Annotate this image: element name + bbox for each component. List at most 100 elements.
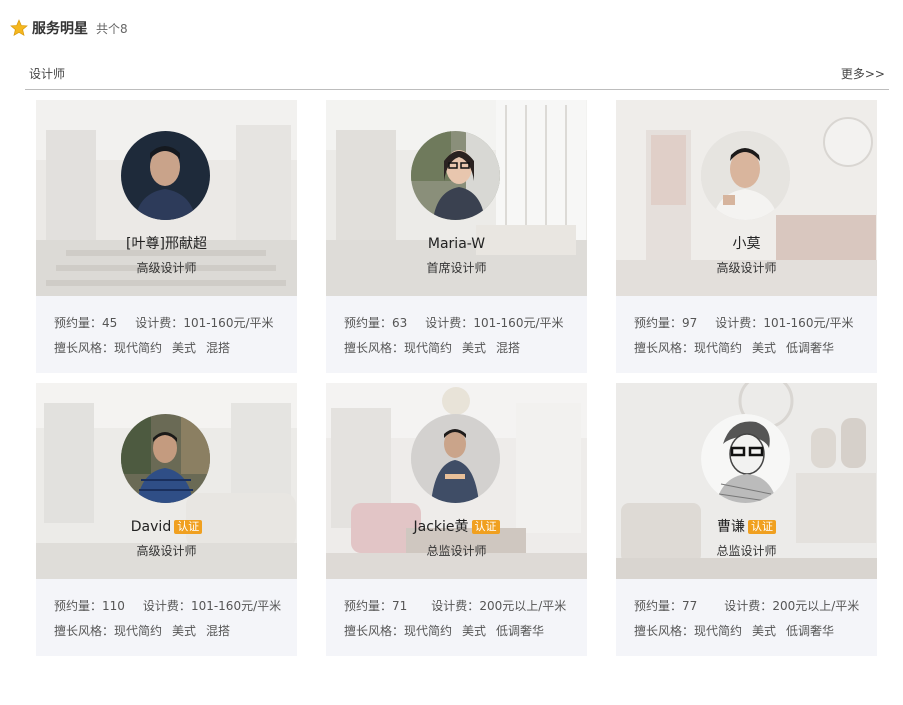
designer-role: 高级设计师 [716, 261, 777, 275]
avatar-photo [121, 414, 210, 503]
info-row-styles: 擅长风格：现代简约 美式 混搭 [54, 622, 240, 639]
designer-name-row: [叶尊]邢献超 [36, 234, 297, 254]
avatar-photo [701, 131, 790, 220]
designer-name-row: Jackie黄 认证 [326, 517, 587, 537]
avatar-photo [411, 414, 500, 503]
info-row-stats: 预约量：63 设计费：101-160元/平米 [344, 314, 564, 331]
styles-label: 擅长风格： [634, 624, 695, 638]
info-row-stats: 预约量：71 设计费：200元以上/平米 [344, 597, 566, 614]
section-title: 服务明星 [32, 21, 88, 37]
avatar[interactable] [121, 131, 210, 220]
designer-name[interactable]: 曹谦 [717, 519, 745, 535]
style-tag: 美式 [172, 624, 197, 638]
designer-name[interactable]: Maria-W [428, 236, 485, 252]
designer-card[interactable]: Jackie黄 认证 总监设计师 预约量：71 设计费：200元以上/平米 擅长风格… [326, 383, 587, 656]
fee-label: 设计费： [431, 599, 480, 613]
designer-name[interactable]: Jackie黄 [413, 519, 468, 535]
bookings-label: 预约量： [634, 316, 683, 330]
bookings-value: 77 [682, 599, 698, 613]
avatar[interactable] [701, 131, 790, 220]
info-row-styles: 擅长风格：现代简约 美式 混搭 [344, 339, 530, 356]
avatar-photo [121, 131, 210, 220]
style-tag: 现代简约 [694, 341, 743, 355]
info-row-styles: 擅长风格：现代简约 美式 低调奢华 [634, 339, 844, 356]
designer-role: 高级设计师 [136, 544, 197, 558]
star-icon [10, 19, 28, 37]
designer-card[interactable]: 小莫 高级设计师 预约量：97 设计费：101-160元/平米 擅长风格：现代简约… [616, 100, 877, 373]
designer-card[interactable]: 曹谦 认证 总监设计师 预约量：77 设计费：200元以上/平米 擅长风格：现代简约… [616, 383, 877, 656]
designer-name[interactable]: [叶尊]邢献超 [126, 236, 207, 252]
more-link[interactable]: 更多>> [841, 65, 885, 82]
style-tag: 美式 [752, 624, 777, 638]
style-tag: 混搭 [496, 341, 521, 355]
fee-value: 200元以上/平米 [479, 599, 567, 613]
card-cover: 曹谦 认证 总监设计师 [616, 383, 877, 579]
bookings-value: 110 [102, 599, 125, 613]
info-row-stats: 预约量：45 设计费：101-160元/平米 [54, 314, 274, 331]
verified-badge: 认证 [748, 520, 776, 534]
designer-name-row: David 认证 [36, 517, 297, 537]
designer-role: 总监设计师 [716, 544, 777, 558]
designer-name[interactable]: David [131, 519, 171, 535]
info-row-styles: 擅长风格：现代简约 美式 低调奢华 [634, 622, 844, 639]
card-cover: 小莫 高级设计师 [616, 100, 877, 296]
style-tag: 现代简约 [114, 341, 163, 355]
styles-label: 擅长风格： [344, 624, 405, 638]
avatar-photo [411, 131, 500, 220]
style-tag: 低调奢华 [786, 624, 835, 638]
designer-name-row: 曹谦 认证 [616, 517, 877, 537]
tab-designers[interactable]: 设计师 [29, 65, 65, 82]
info-row-styles: 擅长风格：现代简约 美式 混搭 [54, 339, 240, 356]
bookings-label: 预约量： [344, 599, 393, 613]
verified-badge: 认证 [174, 520, 203, 534]
designer-count: 共个8 [96, 21, 128, 36]
avatar-photo [701, 414, 790, 503]
avatar[interactable] [121, 414, 210, 503]
fee-label: 设计费： [715, 316, 764, 330]
designer-card[interactable]: Maria-W 首席设计师 预约量：63 设计费：101-160元/平米 擅长风格… [326, 100, 587, 373]
avatar[interactable] [701, 414, 790, 503]
fee-value: 200元以上/平米 [772, 599, 860, 613]
info-row-stats: 预约量：77 设计费：200元以上/平米 [634, 597, 859, 614]
style-tag: 混搭 [206, 341, 231, 355]
style-tag: 低调奢华 [786, 341, 835, 355]
bookings-label: 预约量： [344, 316, 393, 330]
designer-name[interactable]: 小莫 [733, 236, 761, 252]
fee-value: 101-160元/平米 [763, 316, 854, 330]
designer-card[interactable]: David 认证 高级设计师 预约量：110 设计费：101-160元/平米 擅长风… [36, 383, 297, 656]
info-row-stats: 预约量：110 设计费：101-160元/平米 [54, 597, 281, 614]
bookings-label: 预约量： [634, 599, 683, 613]
style-tag: 美式 [172, 341, 197, 355]
style-tag: 低调奢华 [496, 624, 545, 638]
styles-label: 擅长风格： [634, 341, 695, 355]
fee-label: 设计费： [142, 599, 191, 613]
styles-label: 擅长风格： [54, 341, 115, 355]
style-tag: 美式 [462, 624, 487, 638]
fee-label: 设计费： [425, 316, 474, 330]
fee-value: 101-160元/平米 [473, 316, 564, 330]
designer-role: 总监设计师 [426, 544, 487, 558]
styles-label: 擅长风格： [54, 624, 115, 638]
style-tag: 现代简约 [694, 624, 743, 638]
fee-value: 101-160元/平米 [190, 599, 282, 613]
designer-role: 高级设计师 [136, 261, 197, 275]
avatar[interactable] [411, 414, 500, 503]
card-cover: David 认证 高级设计师 [36, 383, 297, 579]
card-cover: Jackie黄 认证 总监设计师 [326, 383, 587, 579]
card-cover: [叶尊]邢献超 高级设计师 [36, 100, 297, 296]
designer-name-row: 小莫 [616, 234, 877, 254]
card-cover: Maria-W 首席设计师 [326, 100, 587, 296]
styles-label: 擅长风格： [344, 341, 405, 355]
bookings-label: 预约量： [54, 316, 103, 330]
avatar[interactable] [411, 131, 500, 220]
category-bar: 设计师 更多>> [25, 60, 889, 90]
designer-name-row: Maria-W [326, 234, 587, 254]
bookings-value: 63 [392, 316, 408, 330]
verified-badge: 认证 [471, 520, 500, 534]
bookings-value: 97 [682, 316, 698, 330]
style-tag: 现代简约 [404, 624, 453, 638]
style-tag: 美式 [752, 341, 777, 355]
designer-role: 首席设计师 [426, 261, 487, 275]
designer-card[interactable]: [叶尊]邢献超 高级设计师 预约量：45 设计费：101-160元/平米 擅长风格… [36, 100, 297, 373]
style-tag: 美式 [462, 341, 487, 355]
